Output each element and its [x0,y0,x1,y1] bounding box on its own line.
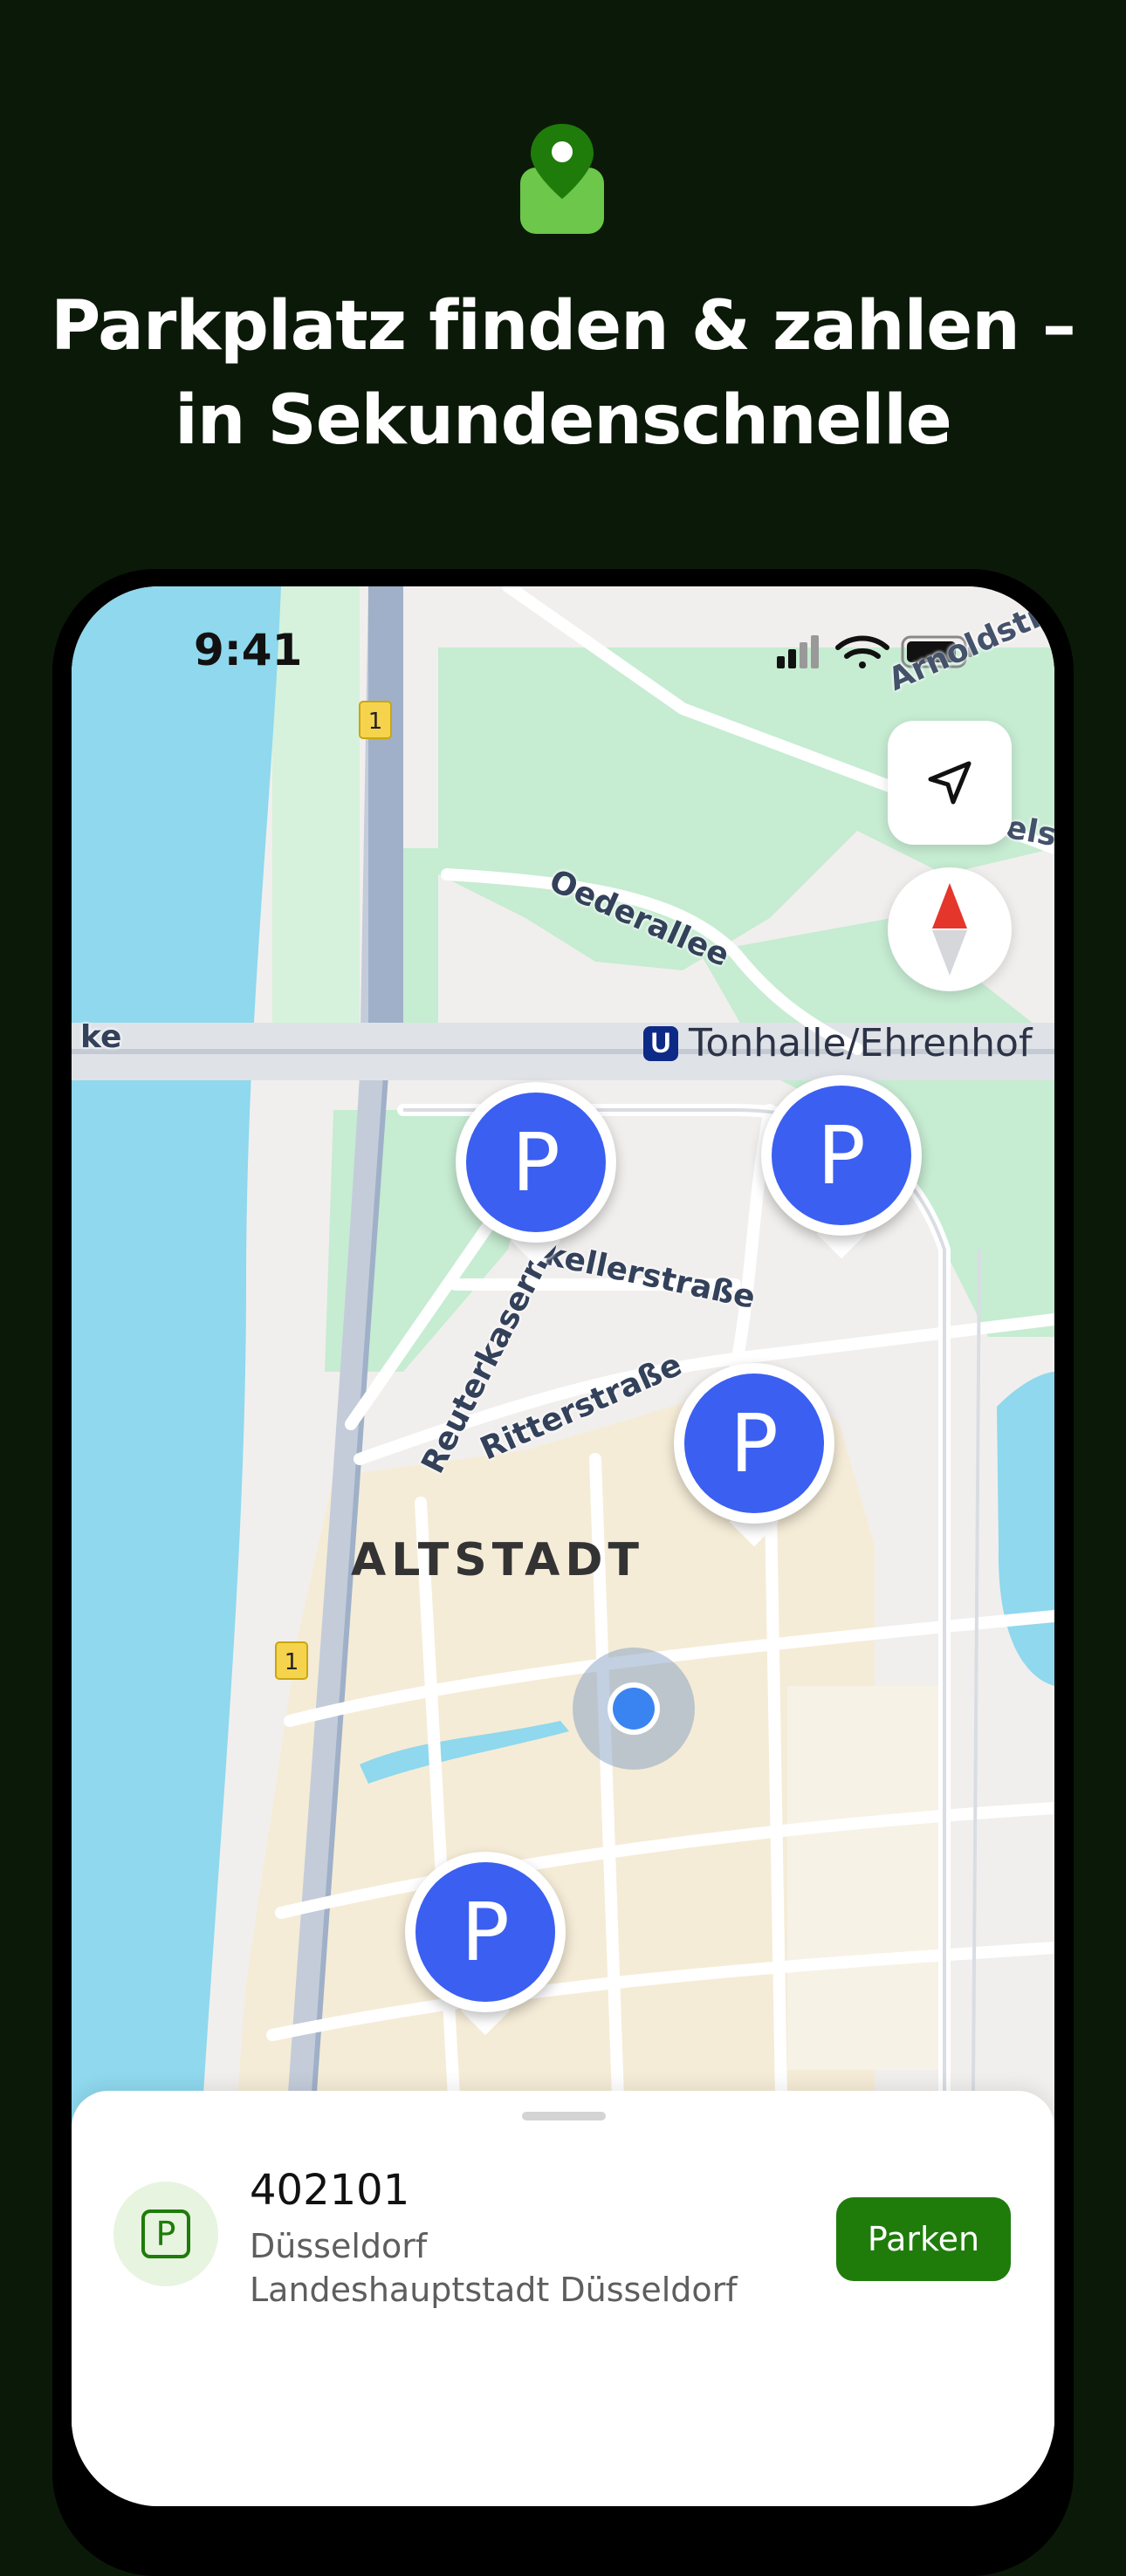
metro-station-label[interactable]: U Tonhalle/Ehrenhof [643,1021,1032,1065]
parking-pin-label: P [466,1093,606,1232]
parking-pin[interactable]: P [456,1082,616,1266]
user-location-marker [573,1648,695,1770]
parking-pin[interactable]: P [674,1363,834,1547]
parking-pin[interactable]: P [761,1075,922,1259]
parking-zone-icon: P [113,2182,218,2286]
headline-line-1: Parkplatz finden & zahlen – [51,287,1076,366]
wifi-icon [835,635,889,668]
compass-button[interactable] [888,867,1012,991]
parking-pin-label: P [684,1374,824,1513]
compass-icon [932,883,967,976]
road-label-ke: ke [80,1019,122,1055]
parking-pin-label: P [415,1862,555,2002]
station-name: Tonhalle/Ehrenhof [689,1021,1033,1065]
headline-line-2: in Sekundenschnelle [175,381,952,460]
parking-location-icon [518,122,606,236]
cellular-signal-icon [777,635,819,668]
zone-operator: Landeshauptstadt Düsseldorf [250,2271,738,2309]
highway-shield-2: 1 [275,1641,308,1680]
svg-text:1: 1 [368,709,383,735]
subway-icon: U [643,1025,678,1061]
highway-shield-1: 1 [359,701,392,739]
locate-me-button[interactable] [888,721,1012,845]
status-time: 9:41 [194,625,303,675]
parking-sign-icon: P [141,2209,190,2258]
zone-number: 402101 [250,2166,410,2215]
parking-zone-sheet[interactable]: P 402101 Düsseldorf Landeshauptstadt Düs… [72,2091,1054,2506]
phone-screen: 1 1 9:41 ke Oederallee Arnoldstr elst ke… [72,586,1054,2506]
park-button[interactable]: Parken [836,2197,1011,2281]
zone-city: Düsseldorf [250,2227,428,2265]
district-label: ALTSTADT [351,1534,645,1586]
headline: Parkplatz finden & zahlen – in Sekundens… [0,279,1126,468]
svg-text:1: 1 [285,1649,299,1675]
parking-pin-label: P [772,1086,911,1225]
sheet-grabber[interactable] [522,2112,606,2120]
parking-pin[interactable]: P [405,1852,566,2036]
location-arrow-icon [928,761,972,805]
svg-text:P: P [156,2215,176,2253]
